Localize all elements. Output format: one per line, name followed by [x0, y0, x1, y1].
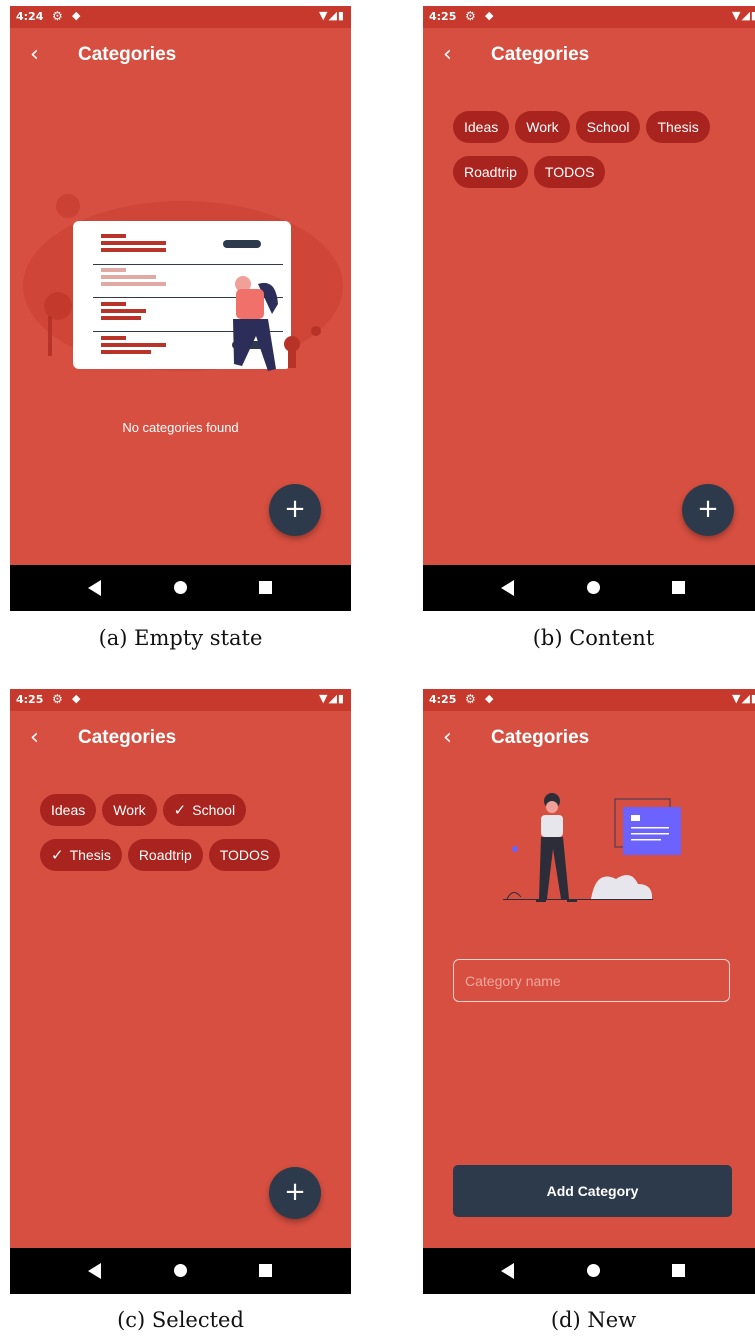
category-chip[interactable]: Roadtrip [127, 839, 203, 871]
category-chip[interactable]: Ideas [40, 794, 97, 826]
system-icons: ▼◢▮ [319, 692, 345, 705]
category-chip-list: Ideas Work ✓ School ✓ Thesis Roadtrip TODOS [40, 794, 330, 884]
empty-message: No categories found [122, 420, 239, 435]
nav-recents-icon[interactable] [259, 1264, 272, 1277]
system-icons: ▼◢▮ [319, 9, 345, 22]
status-bar: 4:25 ⚙ ◆ ▼◢▮ [423, 6, 755, 28]
app-bar: ‹ Categories [423, 28, 755, 86]
gear-icon: ⚙ [465, 9, 476, 23]
status-bar: 4:25 ⚙ ◆ ▼◢▮ [423, 689, 755, 711]
check-icon: ✓ [173, 801, 187, 819]
category-chip-list: Ideas Work School Thesis Roadtrip TODOS [453, 111, 743, 201]
android-nav-bar [423, 565, 755, 611]
gear-icon: ⚙ [465, 692, 476, 706]
add-category-button[interactable]: Add Category [453, 1165, 732, 1217]
app-bar: ‹ Categories [423, 711, 755, 769]
gear-icon: ⚙ [52, 9, 63, 23]
caption-selected: (c) Selected [117, 1308, 244, 1332]
back-arrow-icon[interactable]: ‹ [30, 725, 50, 751]
add-category-fab[interactable]: + [269, 1167, 321, 1219]
app-bar: ‹ Categories [10, 711, 351, 769]
app-bar: ‹ Categories [10, 28, 351, 86]
category-chip-selected[interactable]: ✓ Thesis [40, 839, 122, 871]
screen-empty-state: 4:24 ⚙ ◆ ▼◢▮ ‹ Categories No categories … [10, 6, 351, 611]
nav-back-icon[interactable] [501, 580, 514, 596]
nav-back-icon[interactable] [501, 1263, 514, 1279]
chip-label: School [192, 802, 236, 818]
back-arrow-icon[interactable]: ‹ [443, 725, 463, 751]
page-title: Categories [491, 44, 590, 65]
screen-content: 4:25 ⚙ ◆ ▼◢▮ ‹ Categories Ideas Work Schoo… [423, 6, 755, 611]
category-name-input[interactable] [453, 959, 730, 1002]
category-chip[interactable]: Roadtrip [453, 156, 528, 188]
category-chip[interactable]: School [575, 111, 641, 143]
chip-label: Work [113, 802, 146, 818]
check-icon: ✓ [51, 846, 64, 864]
add-category-fab[interactable]: + [682, 484, 734, 536]
caption-content: (b) Content [532, 626, 655, 650]
category-chip[interactable]: Work [102, 794, 157, 826]
nav-back-icon[interactable] [88, 1263, 101, 1279]
plus-icon: + [697, 494, 719, 524]
box-icon: ◆ [72, 692, 81, 705]
nav-recents-icon[interactable] [259, 581, 272, 594]
chip-label: TODOS [219, 847, 270, 863]
page-title: Categories [491, 727, 590, 748]
empty-state-illustration [23, 194, 343, 371]
status-bar: 4:25 ⚙ ◆ ▼◢▮ [10, 689, 351, 711]
plus-icon: + [284, 1177, 306, 1207]
category-chip[interactable]: Ideas [453, 111, 510, 143]
back-arrow-icon[interactable]: ‹ [30, 42, 50, 68]
nav-recents-icon[interactable] [672, 581, 685, 594]
category-chip[interactable]: TODOS [208, 839, 281, 871]
add-category-fab[interactable]: + [269, 484, 321, 536]
category-chip[interactable]: TODOS [533, 156, 606, 188]
android-nav-bar [10, 1248, 351, 1294]
system-icons: ▼◢▮ [732, 692, 755, 705]
screen-selected: 4:25 ⚙ ◆ ▼◢▮ ‹ Categories Ideas Work ✓ Scho… [10, 689, 351, 1294]
box-icon: ◆ [485, 692, 494, 705]
category-chip[interactable]: Thesis [646, 111, 710, 143]
box-icon: ◆ [72, 9, 81, 22]
new-category-illustration [503, 793, 681, 902]
nav-home-icon[interactable] [587, 581, 600, 594]
caption-new: (d) New [550, 1308, 637, 1332]
android-nav-bar [423, 1248, 755, 1294]
chip-label: Roadtrip [138, 847, 192, 863]
plus-icon: + [284, 494, 306, 524]
nav-back-icon[interactable] [88, 580, 101, 596]
category-chip-selected[interactable]: ✓ School [162, 794, 247, 826]
nav-home-icon[interactable] [587, 1264, 600, 1277]
status-time: 4:25 [429, 10, 457, 23]
chip-label: Ideas [51, 802, 86, 818]
caption-empty-state: (a) Empty state [98, 626, 263, 650]
box-icon: ◆ [485, 9, 494, 22]
system-icons: ▼◢▮ [732, 9, 755, 22]
category-chip[interactable]: Work [515, 111, 570, 143]
nav-home-icon[interactable] [174, 1264, 187, 1277]
android-nav-bar [10, 565, 351, 611]
status-time: 4:25 [16, 693, 44, 706]
gear-icon: ⚙ [52, 692, 63, 706]
screen-new-category: 4:25 ⚙ ◆ ▼◢▮ ‹ Categories Add Category [423, 689, 755, 1294]
page-title: Categories [78, 44, 177, 65]
nav-home-icon[interactable] [174, 581, 187, 594]
nav-recents-icon[interactable] [672, 1264, 685, 1277]
status-time: 4:24 [16, 10, 44, 23]
status-time: 4:25 [429, 693, 457, 706]
back-arrow-icon[interactable]: ‹ [443, 42, 463, 68]
chip-label: Thesis [69, 847, 111, 863]
status-bar: 4:24 ⚙ ◆ ▼◢▮ [10, 6, 351, 28]
page-title: Categories [78, 727, 177, 748]
